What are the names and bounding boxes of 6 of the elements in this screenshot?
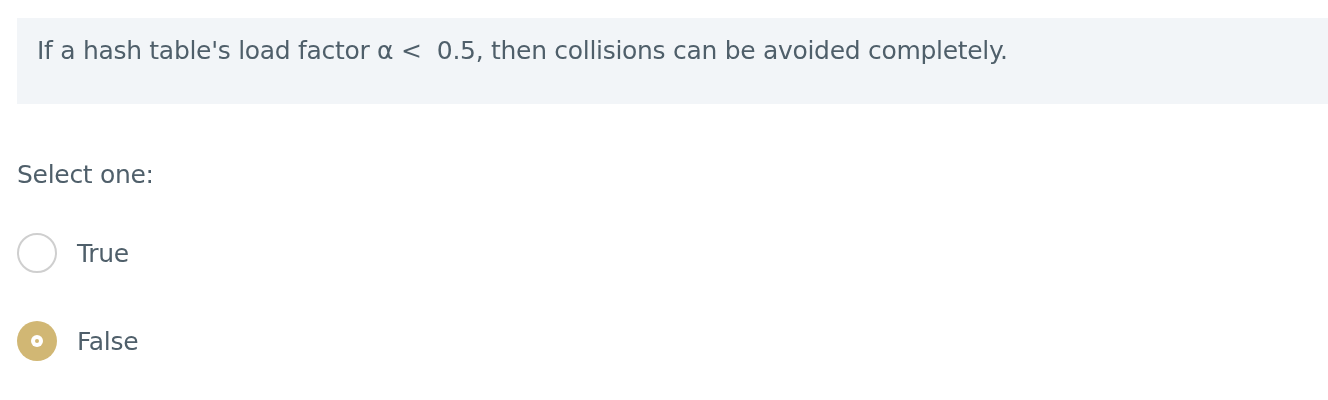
select-prompt: Select one: — [17, 160, 155, 189]
option-label: True — [77, 238, 129, 268]
option-label: False — [77, 326, 139, 356]
radio-button[interactable] — [17, 233, 57, 273]
radio-button[interactable] — [17, 321, 57, 361]
question-text: If a hash table's load factor α < 0.5, then collisions can be avoided completely. — [17, 18, 1328, 104]
